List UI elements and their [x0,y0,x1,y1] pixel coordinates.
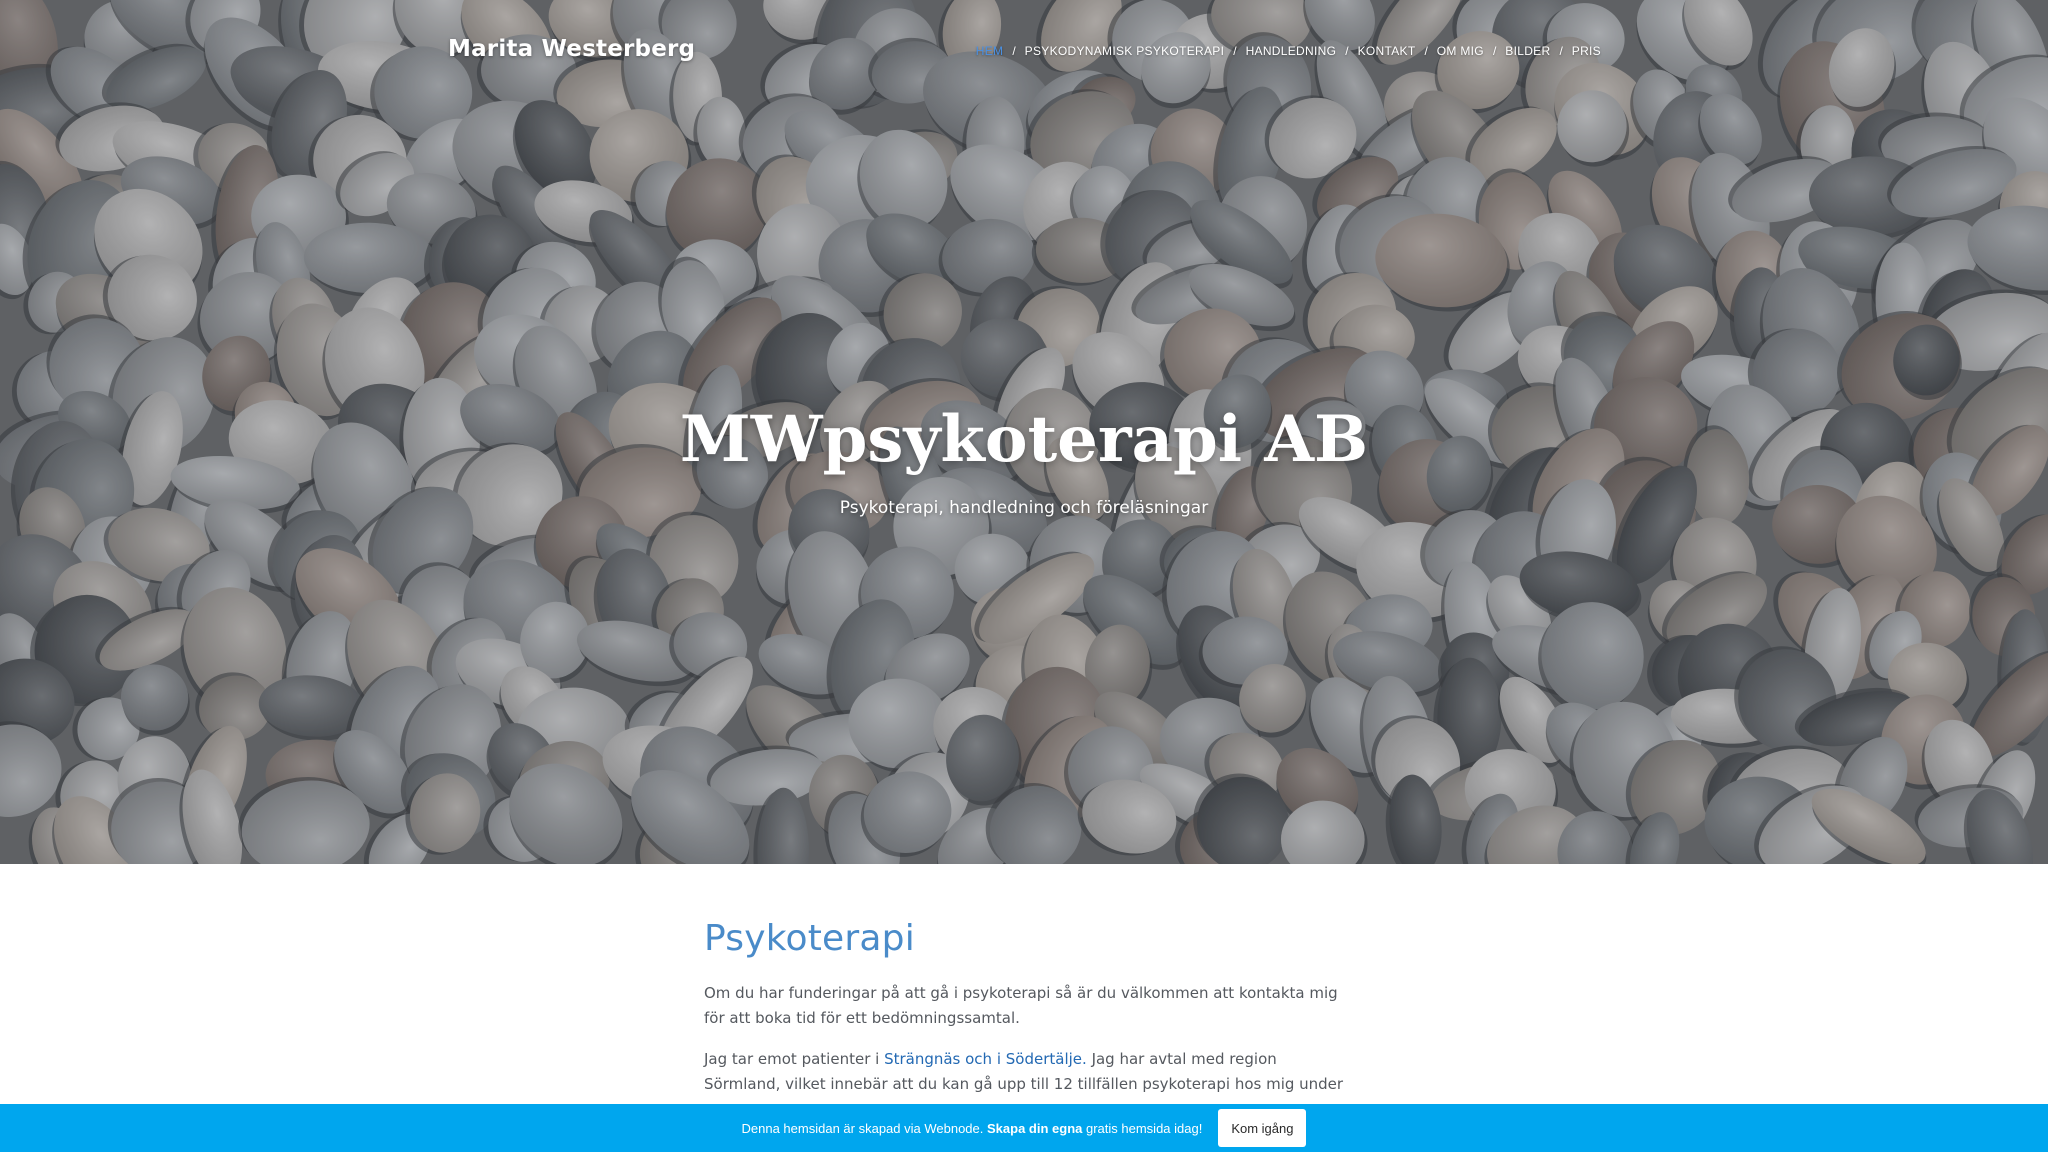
location-paragraph: Jag tar emot patienter i Strängnäs och i… [704,1047,1344,1097]
location-text-prefix: Jag tar emot patienter i [704,1050,885,1068]
main-content: Psykoterapi Om du har funderingar på att… [704,918,1344,1113]
location-link[interactable]: Strängnäs och i Södertälje. [884,1050,1087,1068]
banner-text-suffix: gratis hemsida idag! [1082,1120,1203,1136]
nav-item-bilder[interactable]: BILDER [1505,44,1550,58]
get-started-button[interactable]: Kom igång [1218,1109,1307,1147]
banner-text-prefix: Denna hemsidan är skapad via Webnode. [741,1120,987,1136]
main-nav: HEM / PSYKODYNAMISK PSYKOTERAPI / HANDLE… [976,44,1601,58]
intro-paragraph: Om du har funderingar på att gå i psykot… [704,984,1338,1027]
banner-text: Denna hemsidan är skapad via Webnode. Sk… [742,1121,1203,1136]
hero-subtitle: Psykoterapi, handledning och föreläsning… [839,498,1209,518]
nav-separator: / [1559,44,1563,58]
webnode-banner: Denna hemsidan är skapad via Webnode. Sk… [0,1104,2048,1152]
nav-separator: / [1345,44,1349,58]
section-heading: Psykoterapi [704,918,915,959]
hero-title: MWpsykoterapi AB [679,402,1369,477]
page: Marita Westerberg HEM / PSYKODYNAMISK PS… [0,0,2048,1152]
nav-separator: / [1424,44,1428,58]
nav-item-psykodynamisk-psykoterapi[interactable]: PSYKODYNAMISK PSYKOTERAPI [1025,44,1225,58]
hero-section: Marita Westerberg HEM / PSYKODYNAMISK PS… [0,0,2048,864]
nav-item-om-mig[interactable]: OM MIG [1437,44,1484,58]
nav-separator: / [1012,44,1016,58]
nav-separator: / [1233,44,1237,58]
site-logo[interactable]: Marita Westerberg [448,36,695,62]
nav-separator: / [1492,44,1497,58]
nav-item-kontakt[interactable]: KONTAKT [1358,44,1416,58]
nav-item-hem[interactable]: HEM [976,44,1004,58]
nav-item-pris[interactable]: PRIS [1572,44,1601,58]
nav-item-handledning[interactable]: HANDLEDNING [1246,44,1337,58]
banner-text-bold: Skapa din egna [987,1120,1083,1136]
